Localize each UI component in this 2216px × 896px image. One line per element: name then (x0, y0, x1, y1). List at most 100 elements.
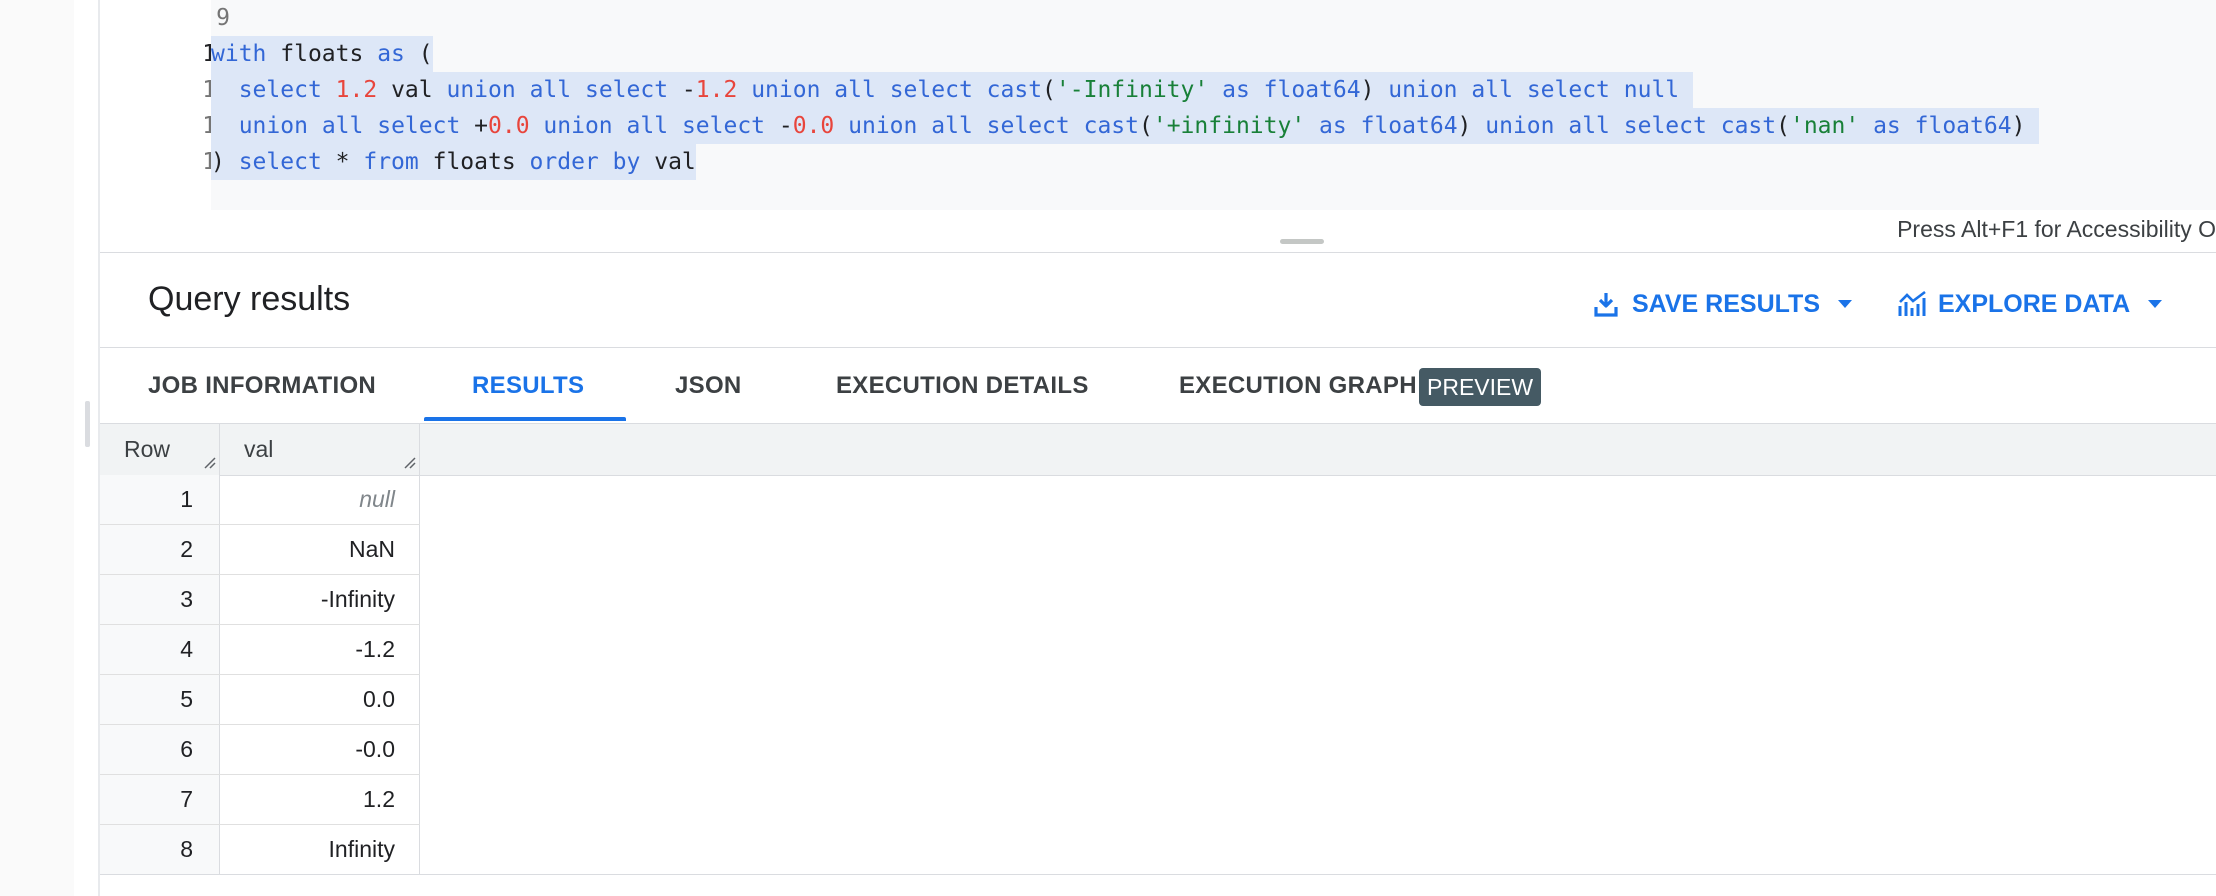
code-token: - (668, 77, 696, 103)
value-cell[interactable]: Infinity (220, 825, 420, 874)
save-results-label: SAVE RESULTS (1632, 289, 1820, 318)
code-token: select (889, 77, 973, 103)
row-number-cell: 6 (100, 725, 220, 774)
preview-badge: PREVIEW (1419, 368, 1542, 406)
code-token: '-Infinity' (1055, 77, 1209, 103)
code-token: ( (1139, 113, 1153, 139)
sql-editor[interactable]: 9 10with floats as (11 select 1.2 val uni… (100, 0, 2216, 252)
value-cell[interactable]: null (220, 475, 420, 524)
code-line[interactable]: 10with floats as ( (100, 36, 2216, 72)
column-resize-icon[interactable] (402, 455, 416, 469)
code-token: * (321, 149, 364, 175)
table-row[interactable]: 7 1.2 (100, 775, 420, 825)
code-token: order (529, 149, 599, 175)
code-line[interactable]: 9 (100, 0, 2216, 36)
code-token: from (363, 149, 419, 175)
code-token: 'nan' (1789, 113, 1860, 139)
code-token: select (1526, 77, 1610, 103)
tab-json[interactable]: JSON (675, 352, 742, 420)
table-row[interactable]: 4 -1.2 (100, 625, 420, 675)
tab-execution-graph[interactable]: EXECUTION GRAPH (1179, 352, 1417, 420)
code-token: ) (2011, 113, 2040, 139)
table-row[interactable]: 1 null (100, 475, 420, 525)
code-token: as (1873, 113, 1901, 139)
table-row[interactable]: 2 NaN (100, 525, 420, 575)
column-resize-icon[interactable] (202, 455, 216, 469)
table-row[interactable]: 3 -Infinity (100, 575, 420, 625)
editor-splitter-handle[interactable] (1280, 239, 1324, 244)
row-number-cell: 3 (100, 575, 220, 624)
code-token: ) (211, 149, 239, 175)
explore-data-label: EXPLORE DATA (1938, 289, 2131, 318)
code-line[interactable]: 12 union all select +0.0 union all selec… (100, 108, 2216, 144)
code-text: union all select +0.0 union all select -… (211, 108, 2040, 144)
table-row[interactable]: 5 0.0 (100, 675, 420, 725)
code-line[interactable]: 11 select 1.2 val union all select -1.2 … (100, 72, 2216, 108)
code-token: select (986, 113, 1070, 139)
code-token: select (1623, 113, 1707, 139)
code-token: - (765, 113, 793, 139)
value-cell[interactable]: -Infinity (220, 575, 420, 624)
code-token: all (1568, 113, 1610, 139)
code-token: 0.0 (488, 113, 530, 139)
code-token: all (931, 113, 973, 139)
code-token: as (377, 41, 405, 67)
value-cell[interactable]: -1.2 (220, 625, 420, 674)
query-results-title: Query results (148, 280, 351, 318)
code-token: select (238, 149, 322, 175)
explore-data-button[interactable]: EXPLORE DATA (1898, 284, 2163, 324)
code-token: + (460, 113, 489, 139)
row-number-cell: 8 (100, 825, 220, 874)
code-token: all (321, 113, 364, 139)
table-bottom-border (100, 874, 2216, 875)
code-token: 1.2 (695, 77, 738, 103)
column-header-label: Row (124, 436, 171, 462)
column-header-row[interactable]: Row (100, 424, 220, 475)
code-line[interactable]: 13) select * from floats order by val (100, 144, 2216, 180)
code-token: ( (404, 41, 433, 67)
code-token: all (834, 77, 876, 103)
row-number-cell: 7 (100, 775, 220, 824)
code-token: 0.0 (792, 113, 835, 139)
tab-execution-details[interactable]: EXECUTION DETAILS (836, 352, 1089, 420)
panel-resize-handle[interactable] (85, 401, 90, 447)
code-token: null (1623, 77, 1680, 103)
tab-job-information[interactable]: JOB INFORMATION (148, 352, 376, 420)
table-row[interactable]: 6 -0.0 (100, 725, 420, 775)
save-results-button[interactable]: SAVE RESULTS (1594, 284, 1852, 324)
tab-results[interactable]: RESULTS (472, 352, 584, 420)
value-cell[interactable]: 1.2 (220, 775, 420, 824)
value-cell[interactable]: NaN (220, 525, 420, 574)
code-text: with floats as ( (211, 36, 433, 72)
value-cell[interactable]: -0.0 (220, 725, 420, 774)
column-header-val[interactable]: val (220, 424, 420, 475)
table-row[interactable]: 8 Infinity (100, 825, 420, 875)
value-cell[interactable]: 0.0 (220, 675, 420, 724)
column-header-label: val (244, 436, 274, 462)
accessibility-hint: Press Alt+F1 for Accessibility O (1897, 216, 2216, 242)
code-token: as (1319, 113, 1347, 139)
chart-icon (1898, 290, 1928, 318)
code-token: union (1485, 113, 1555, 139)
